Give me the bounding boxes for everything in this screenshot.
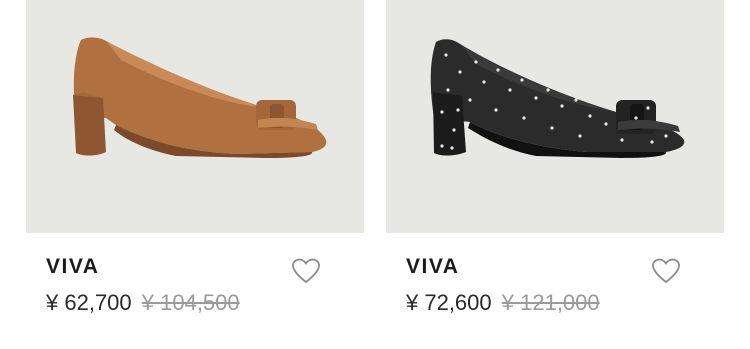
product-card[interactable]: VIVA ¥ 72,600 ¥ 121,000 (386, 0, 724, 349)
product-card[interactable]: VIVA ¥ 62,700 ¥ 104,500 (26, 0, 364, 349)
product-name[interactable]: VIVA (406, 255, 459, 279)
heart-outline-icon[interactable] (651, 258, 681, 284)
tan-pump-image (73, 37, 327, 158)
black-studded-pump-image (430, 39, 685, 158)
original-price: ¥ 121,000 (501, 290, 600, 315)
original-price: ¥ 104,500 (141, 290, 240, 315)
product-image[interactable] (386, 0, 724, 233)
product-name[interactable]: VIVA (46, 255, 99, 279)
sale-price: ¥ 72,600 (406, 290, 492, 315)
sale-price: ¥ 62,700 (46, 290, 132, 315)
product-image[interactable] (26, 0, 364, 233)
heart-outline-icon[interactable] (291, 258, 321, 284)
price-row: ¥ 72,600 ¥ 121,000 (406, 290, 600, 316)
price-row: ¥ 62,700 ¥ 104,500 (46, 290, 240, 316)
